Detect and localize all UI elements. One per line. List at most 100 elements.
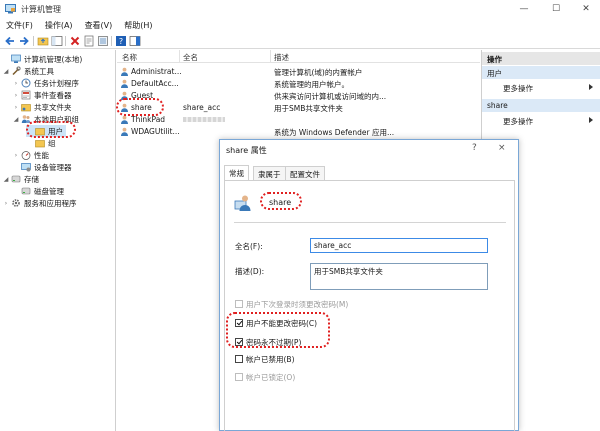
tab-general[interactable]: 常规 [224, 165, 249, 180]
close-button[interactable]: ✕ [570, 0, 600, 18]
export-list-icon[interactable] [97, 35, 109, 47]
checkbox-label: 用户不能更改密码(C) [246, 318, 318, 328]
table-row[interactable]: Guest 供来宾访问计算机或访问域的内... [117, 90, 480, 101]
tree-node-performance[interactable]: › 性能 [12, 149, 49, 161]
window-title: 计算机管理 [21, 5, 61, 14]
column-header-name[interactable]: 名称 [122, 52, 137, 63]
console-tree-icon[interactable] [51, 35, 63, 47]
folder-up-icon[interactable] [37, 35, 49, 47]
more-actions-label: 更多操作 [503, 117, 533, 126]
chevron-right-icon[interactable]: › [2, 200, 10, 207]
help-icon[interactable]: ? [115, 35, 127, 47]
description-field[interactable]: 用于SMB共享文件夹 [310, 263, 488, 290]
tree-label: 用户 [48, 126, 63, 136]
chevron-down-icon[interactable]: ◢ [2, 68, 10, 75]
user-icon [234, 195, 251, 211]
tree-node-storage[interactable]: ◢ 存储 [2, 173, 39, 185]
tree-node-task-scheduler[interactable]: › 任务计划程序 [12, 77, 79, 89]
dialog-title: share 属性 [226, 146, 267, 155]
properties-icon[interactable] [83, 35, 95, 47]
user-icon [121, 67, 128, 76]
table-row[interactable]: share share_acc 用于SMB共享文件夹 [117, 102, 480, 113]
forward-arrow-icon[interactable] [18, 35, 30, 47]
checkbox-box[interactable] [235, 355, 243, 363]
tree-node-disk-management[interactable]: 磁盘管理 [12, 185, 64, 197]
help-button[interactable]: ? [472, 143, 477, 153]
checkbox-password-never-expires[interactable]: 密码永不过期(P) [235, 336, 301, 348]
dialog-close-button[interactable]: × [498, 143, 506, 153]
tree-node-shared-folders[interactable]: › 共享文件夹 [12, 101, 72, 113]
menu-view[interactable]: 查看(V) [79, 18, 119, 33]
back-arrow-icon[interactable] [4, 35, 16, 47]
tree-node-users[interactable]: 用户 [26, 125, 66, 137]
table-row[interactable]: Administrat... 管理计算机(域)的内置帐户 [117, 66, 480, 77]
tree-label: 磁盘管理 [34, 186, 64, 196]
checkbox-box[interactable] [235, 373, 243, 381]
more-actions-share[interactable]: 更多操作 [482, 114, 600, 126]
chevron-right-icon[interactable]: › [12, 104, 20, 111]
tree-label: 存储 [24, 174, 39, 184]
cell-name: share [131, 103, 152, 112]
menu-action[interactable]: 操作(A) [39, 18, 79, 33]
column-divider[interactable] [179, 50, 180, 63]
more-actions-users[interactable]: 更多操作 [482, 81, 600, 93]
tab-member-of[interactable]: 隶属于 [253, 166, 286, 180]
show-hide-pane-icon[interactable] [129, 35, 141, 47]
chevron-down-icon[interactable]: ◢ [12, 116, 20, 123]
event-viewer-icon [21, 90, 31, 100]
maximize-button[interactable]: ☐ [540, 0, 572, 18]
table-row[interactable]: ThinkPad [117, 114, 480, 125]
shared-folder-icon [21, 104, 31, 112]
tree-node-device-manager[interactable]: 设备管理器 [12, 161, 72, 173]
tree-node-services-apps[interactable]: › 服务和应用程序 [2, 197, 77, 209]
fullname-label: 全名(F): [235, 242, 263, 251]
table-row[interactable]: DefaultAcc... 系统管理的用户帐户。 [117, 78, 480, 89]
title-bar: 计算机管理 — ☐ ✕ [0, 0, 600, 18]
checkbox-label: 帐户已禁用(B) [246, 354, 295, 364]
tree-node-root[interactable]: 计算机管理(本地) [2, 53, 82, 65]
cell-description: 管理计算机(域)的内置帐户 [274, 68, 363, 77]
clock-icon [21, 78, 31, 88]
users-group-icon [21, 115, 31, 123]
divider [234, 222, 506, 223]
fullname-field[interactable]: share_acc [310, 238, 488, 253]
tree-label: 本地用户和组 [34, 114, 79, 124]
tree-label: 性能 [34, 150, 49, 160]
chevron-right-icon[interactable]: › [12, 152, 20, 159]
tree-label: 服务和应用程序 [24, 198, 77, 208]
column-header-fullname[interactable]: 全名 [183, 52, 198, 63]
tab-profile[interactable]: 配置文件 [285, 166, 325, 180]
menu-help[interactable]: 帮助(H) [118, 18, 158, 33]
chevron-down-icon[interactable]: ◢ [2, 176, 10, 183]
svg-text:?: ? [119, 37, 123, 46]
checkbox-box[interactable] [235, 319, 243, 327]
tree-label: 任务计划程序 [34, 78, 79, 88]
chevron-right-icon[interactable]: › [12, 92, 20, 99]
minimize-button[interactable]: — [508, 0, 540, 18]
actions-section-users[interactable]: 用户 [482, 66, 600, 79]
cell-name: ThinkPad [131, 115, 166, 124]
checkbox-account-locked[interactable]: 帐户已锁定(O) [235, 371, 295, 383]
tree-label: 组 [48, 138, 56, 148]
folder-icon [35, 128, 45, 136]
checkbox-account-disabled[interactable]: 帐户已禁用(B) [235, 353, 295, 365]
table-row[interactable]: WDAGUtilit... 系统为 Windows Defender 应用... [117, 126, 480, 137]
checkbox-must-change-password[interactable]: 用户下次登录时须更改密码(M) [235, 298, 348, 310]
checkbox-cannot-change-password[interactable]: 用户不能更改密码(C) [235, 317, 317, 329]
username-label: share [269, 198, 292, 207]
column-header-description[interactable]: 描述 [274, 52, 289, 63]
tree-node-system-tools[interactable]: ◢ 系统工具 [2, 65, 54, 77]
tree-node-local-users-groups[interactable]: ◢ 本地用户和组 [12, 113, 79, 125]
checkbox-box[interactable] [235, 338, 243, 346]
checkbox-box[interactable] [235, 300, 243, 308]
chevron-right-icon[interactable]: › [12, 80, 20, 87]
delete-icon[interactable] [69, 35, 81, 47]
menu-file[interactable]: 文件(F) [0, 18, 39, 33]
tree-node-groups[interactable]: 组 [26, 137, 56, 149]
checkbox-label: 帐户已锁定(O) [246, 372, 296, 382]
toolbar-separator [111, 36, 112, 46]
tree-node-event-viewer[interactable]: › 事件查看器 [12, 89, 72, 101]
actions-section-share[interactable]: share [482, 99, 600, 112]
column-divider[interactable] [270, 50, 271, 63]
actions-header: 操作 [482, 52, 600, 65]
